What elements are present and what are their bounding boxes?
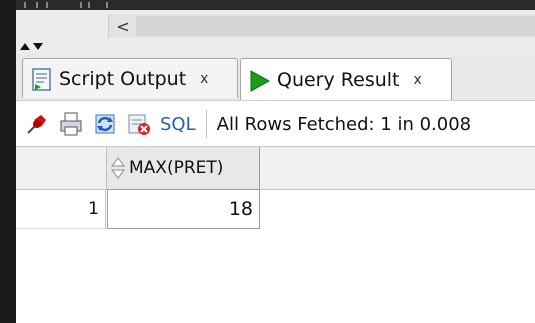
clear-icon[interactable] (126, 111, 152, 137)
close-icon[interactable]: x (414, 72, 422, 88)
pin-icon[interactable] (24, 111, 50, 137)
editor-edge (16, 0, 535, 10)
edge-tick (46, 2, 48, 8)
table-cell[interactable]: 18 (107, 189, 260, 229)
print-icon[interactable] (58, 111, 84, 137)
tab-query-result[interactable]: Query Result x (240, 58, 452, 100)
table-row: 1 18 (16, 189, 535, 229)
fetch-status: All Rows Fetched: 1 in 0.008 (216, 113, 472, 135)
sql-button[interactable]: SQL (160, 114, 196, 135)
run-triangle-icon (249, 69, 271, 92)
toolbar-separator (205, 110, 207, 138)
column-header-label: MAX(PRET) (129, 158, 224, 178)
row-number-header (16, 147, 107, 189)
edge-tick (36, 2, 38, 8)
result-grid: MAX(PRET) 1 18 (16, 146, 535, 323)
column-header[interactable]: MAX(PRET) (107, 147, 260, 189)
edge-tick (88, 2, 90, 8)
row-number: 1 (16, 189, 106, 229)
close-icon[interactable]: x (200, 71, 208, 87)
edge-tick (24, 2, 26, 8)
edge-tick (106, 2, 108, 8)
tab-script-output-label: Script Output (59, 67, 187, 90)
window-frame-left (0, 0, 16, 322)
tab-script-output[interactable]: Script Output x (22, 58, 238, 98)
scroll-left-arrow-icon[interactable]: < (114, 14, 132, 38)
results-tab-bar: Script Output x Query Result x (16, 54, 535, 100)
script-output-icon (31, 67, 53, 91)
tab-query-result-label: Query Result (277, 68, 400, 91)
panel-splitter[interactable] (16, 38, 535, 54)
refresh-icon[interactable] (92, 111, 118, 137)
edge-tick (80, 2, 82, 8)
splitter-arrows-icon[interactable] (20, 42, 44, 50)
editor-scroll-region: < (16, 0, 535, 39)
results-toolbar: SQL All Rows Fetched: 1 in 0.008 (16, 100, 535, 147)
grid-header-row: MAX(PRET) (16, 147, 535, 190)
sort-arrows-icon (111, 157, 125, 179)
horizontal-scrollbar-thumb[interactable] (136, 16, 535, 36)
